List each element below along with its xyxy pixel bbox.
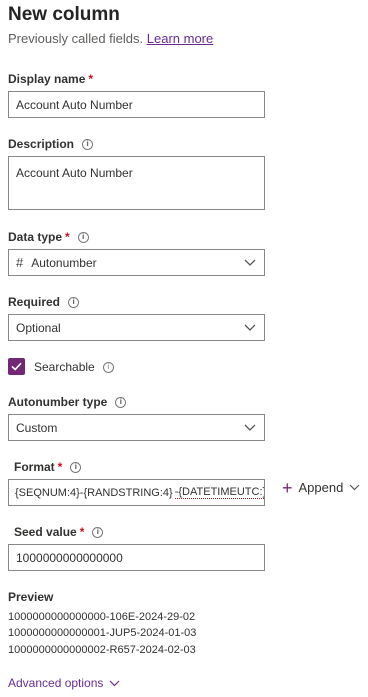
chevron-down-icon <box>349 484 360 491</box>
autonumber-type-dropdown[interactable]: Custom <box>8 414 265 441</box>
info-icon[interactable]: i <box>82 138 94 150</box>
required-label: Required i <box>8 295 80 309</box>
display-name-input[interactable]: Account Auto Number <box>8 91 265 118</box>
panel-subtitle: Previously called fields. Learn more <box>8 31 213 46</box>
description-value: Account Auto Number <box>16 166 133 180</box>
info-icon[interactable]: i <box>70 461 82 473</box>
searchable-checkbox[interactable] <box>8 358 25 375</box>
subtitle-text: Previously called fields. <box>8 31 144 46</box>
plus-icon: + <box>282 477 293 498</box>
format-input[interactable]: {SEQNUM:4}-{RANDSTRING:4} -{DATETIMEUTC:} <box>8 479 265 506</box>
info-icon[interactable]: i <box>77 231 89 243</box>
required-asterisk: * <box>88 72 94 86</box>
description-label: Description i <box>8 137 94 151</box>
format-label-text: Format <box>14 460 55 474</box>
required-label-text: Required <box>8 295 61 309</box>
chevron-down-icon <box>244 424 256 431</box>
description-label-text: Description <box>8 137 75 151</box>
info-icon[interactable]: i <box>68 296 80 308</box>
preview-line: 1000000000000001-JUP5-2024-01-03 <box>8 627 197 639</box>
panel-title: New column <box>8 4 120 25</box>
seed-value-value: 1000000000000000 <box>16 550 123 565</box>
chevron-down-icon <box>109 680 120 686</box>
preview-line: 1000000000000000-106E-2024-29-02 <box>8 611 196 623</box>
seed-value-input[interactable]: 1000000000000000 <box>8 544 265 571</box>
required-dropdown[interactable]: Optional <box>8 314 265 341</box>
append-button[interactable]: + Append <box>282 477 360 498</box>
required-value: Optional <box>16 320 61 335</box>
check-icon <box>11 362 22 371</box>
description-textarea[interactable]: Account Auto Number <box>8 156 265 210</box>
data-type-label-text: Data type <box>8 230 63 244</box>
searchable-label-text: Searchable <box>34 360 95 374</box>
display-name-label-text: Display name <box>8 72 86 86</box>
preview-line: 1000000000000002-R657-2024-02-03 <box>8 644 196 656</box>
seed-value-label-text: Seed value <box>14 525 77 539</box>
required-asterisk: * <box>65 230 70 244</box>
data-type-dropdown[interactable]: # Autonumber <box>8 249 265 276</box>
autonumber-type-value: Custom <box>16 420 58 435</box>
autonumber-type-label-text: Autonumber type <box>8 395 108 409</box>
seed-value-label: Seed value * i <box>14 525 104 539</box>
data-type-label: Data type * i <box>8 230 89 244</box>
info-icon[interactable]: i <box>102 361 114 373</box>
preview-title: Preview <box>8 590 54 604</box>
display-name-value: Account Auto Number <box>16 97 133 112</box>
format-label: Format * i <box>14 460 82 474</box>
data-type-value: Autonumber <box>31 255 97 270</box>
required-asterisk: * <box>79 525 85 539</box>
new-column-panel: New column Previously called fields. Lea… <box>0 0 368 697</box>
info-icon[interactable]: i <box>92 526 104 538</box>
learn-more-link[interactable]: Learn more <box>147 31 213 46</box>
chevron-down-icon <box>244 324 256 331</box>
chevron-down-icon <box>244 259 256 266</box>
advanced-options-toggle[interactable]: Advanced options <box>8 676 120 690</box>
info-icon[interactable]: i <box>115 396 127 408</box>
format-value-part1: {SEQNUM:4}-{RANDSTRING:4} <box>15 486 173 499</box>
display-name-label: Display name * <box>8 72 93 86</box>
hash-icon: # <box>16 255 24 270</box>
autonumber-type-label: Autonumber type i <box>8 395 127 409</box>
required-asterisk: * <box>57 460 63 474</box>
searchable-label: Searchable i <box>34 360 114 374</box>
append-label: Append <box>298 480 344 495</box>
format-value-part2: -{DATETIMEUTC:} <box>174 486 265 499</box>
advanced-options-label: Advanced options <box>8 676 104 690</box>
